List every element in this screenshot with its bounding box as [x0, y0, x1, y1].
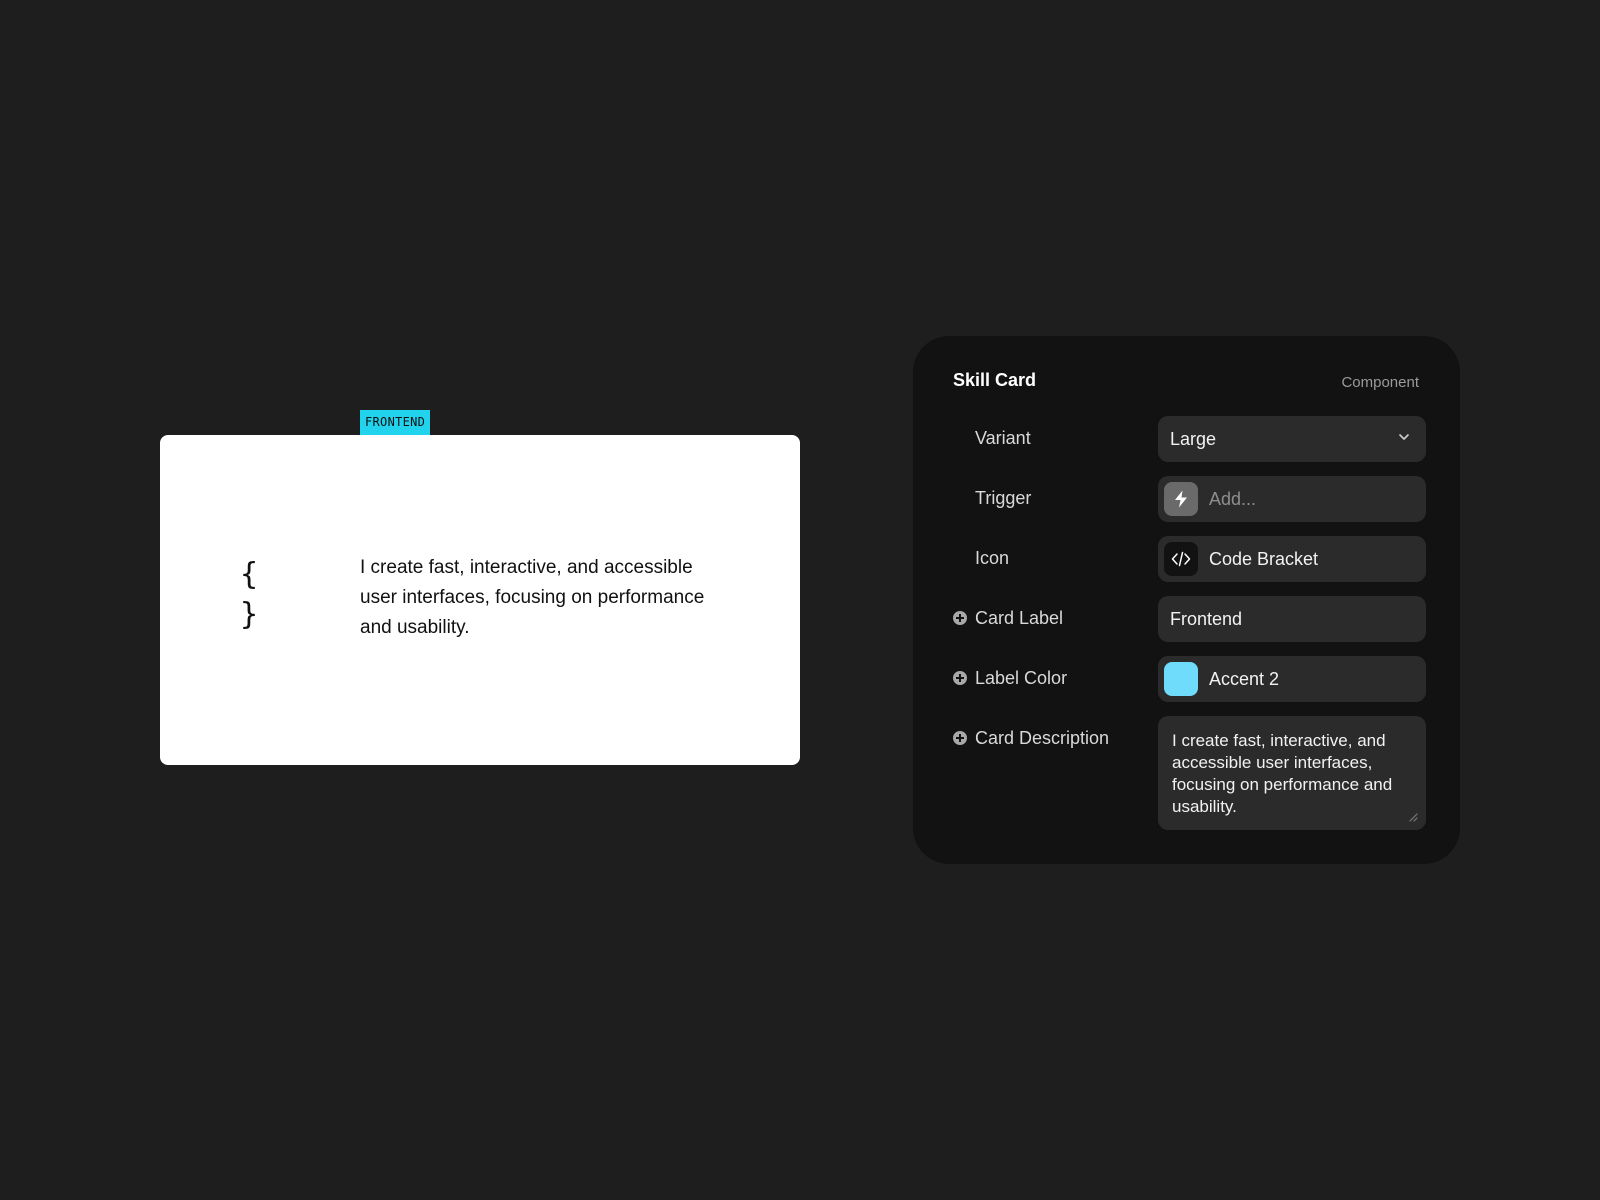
card-label-badge: FRONTEND [360, 410, 431, 435]
panel-title: Skill Card [953, 370, 1037, 390]
variant-value: Large [1170, 429, 1217, 449]
card-label-value: Frontend [1170, 609, 1243, 629]
panel-type-label: Component [1341, 374, 1419, 391]
card-description-textarea[interactable]: I create fast, interactive, and accessib… [1158, 716, 1426, 830]
color-swatch [1164, 662, 1198, 696]
trigger-placeholder: Add... [1209, 489, 1257, 509]
variant-select[interactable]: Large [1158, 416, 1426, 462]
label-color-label: Label Color [975, 668, 1068, 688]
label-color-picker[interactable]: Accent 2 [1158, 656, 1426, 702]
label-color-value: Accent 2 [1209, 669, 1280, 689]
card-label-input[interactable]: Frontend [1158, 596, 1426, 642]
trigger-label: Trigger [975, 488, 1032, 508]
card-description-text: I create fast, interactive, and accessib… [360, 557, 705, 638]
icon-picker[interactable]: Code Bracket [1158, 536, 1426, 582]
add-circle-icon[interactable] [953, 611, 967, 625]
trigger-field[interactable]: Add... [1158, 476, 1426, 522]
add-circle-icon[interactable] [953, 671, 967, 685]
lightning-bolt-icon [1164, 482, 1198, 516]
card-description-label: Card Description [975, 728, 1110, 748]
icon-label: Icon [975, 548, 1010, 568]
properties-panel: Skill Card Component Variant Large Trigg… [913, 336, 1460, 864]
code-bracket-icon [1164, 542, 1198, 576]
variant-label: Variant [975, 428, 1031, 448]
chevron-down-icon [1399, 434, 1409, 440]
canvas: FRONTEND { } I create fast, interactive,… [0, 0, 1600, 1200]
card-description-value: I create fast, interactive, and accessib… [1172, 731, 1393, 816]
card-label-label: Card Label [975, 608, 1064, 628]
icon-value: Code Bracket [1209, 549, 1319, 569]
resize-grip-icon[interactable] [1408, 812, 1418, 822]
add-circle-icon[interactable] [953, 731, 967, 745]
curly-braces-icon: { } [240, 557, 261, 632]
